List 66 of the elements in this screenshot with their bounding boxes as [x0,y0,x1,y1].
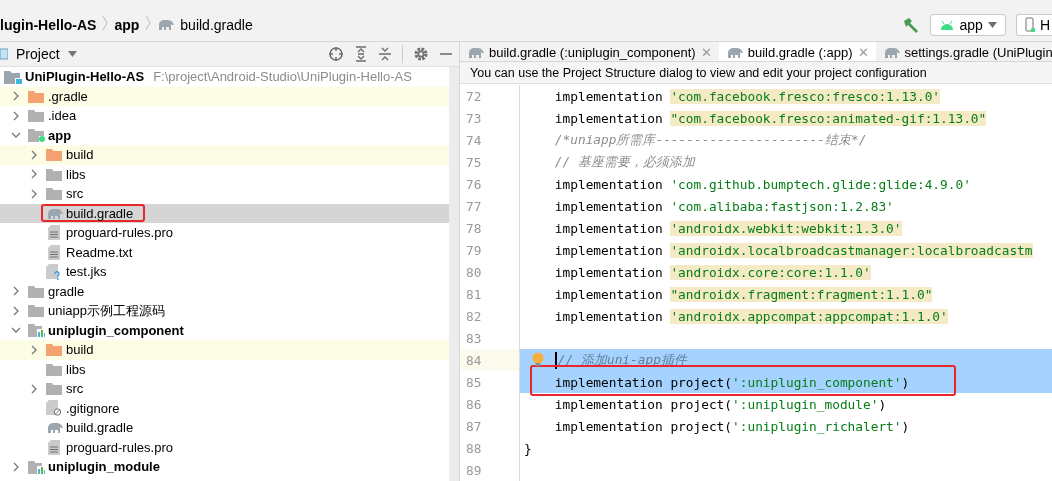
breadcrumb-item[interactable]: app [114,16,140,33]
line-number: 81 [466,286,482,302]
line-number: 78 [466,220,482,236]
tree-item[interactable]: .gitignore [66,400,120,416]
notification-banner: You can use the Project Structure dialog to view and edit your project configuration [460,62,1052,84]
tree-item[interactable]: build [66,342,94,358]
tree-item[interactable]: build.gradle [66,205,134,221]
tree-item[interactable]: UniPlugin-Hello-AS [25,69,145,85]
code-line: implementation project(':uniplugin_component') [553,374,910,390]
code-line: implementation "com.facebook.fresco:animated-gif:1.13.0" [553,110,987,126]
line-number: 73 [466,110,482,126]
code-line: implementation 'androidx.core:core:1.1.0' [553,264,871,280]
tree-item[interactable]: gradle [48,283,85,299]
tree-item[interactable]: src [66,381,84,397]
panel-title[interactable]: Project [16,46,60,62]
editor-tab[interactable]: build.gradle (:app) ✕ [718,42,876,62]
code-line: implementation project(':uniplugin_richalert') [553,418,910,434]
tree-item[interactable]: uniplugin_module [48,459,160,475]
project-path: F:\project\Android-Studio\UniPlugin-Hello-AS [153,69,412,85]
line-number: 79 [466,242,482,258]
tree-item[interactable]: uniapp示例工程源码 [48,301,166,320]
code-line: implementation 'androidx.appcompat:appcompat:1.1.0' [553,308,948,324]
code-line: implementation 'com.alibaba:fastjson:1.2.83' [553,198,894,214]
line-number: 77 [466,198,482,214]
tree-item[interactable]: proguard-rules.pro [66,225,173,241]
tree-item[interactable]: Readme.txt [66,244,133,260]
line-number: 85 [466,374,482,390]
line-number: 88 [466,440,482,456]
run-configuration-dropdown[interactable]: app [929,13,1006,36]
tree-item[interactable]: .idea [48,108,77,124]
code-line: // 基座需要，必须添加 [553,153,695,171]
tree-item[interactable]: proguard-rules.pro [66,439,173,455]
code-line: implementation 'androidx.webkit:webkit:1.3.0' [553,220,902,236]
line-number: 87 [466,418,482,434]
line-number: 76 [466,176,482,192]
tree-item[interactable]: src [66,186,84,202]
code-line: /*uniapp所需库----------------------结束*/ [553,131,867,149]
tree-item[interactable]: test.jks [66,264,107,280]
code-line: implementation 'com.facebook.fresco:fresco:1.13.0' [553,88,941,104]
tree-item[interactable]: libs [66,166,86,182]
code-line: } [524,440,532,456]
code-line: implementation "androidx.fragment:fragment:1.1.0" [553,286,933,302]
code-line: implementation 'androidx.localbroadcastmanager:localbroadcastm [553,242,1033,258]
line-number: 83 [466,330,482,346]
line-number: 80 [466,264,482,280]
line-number: 89 [466,462,482,478]
tree-item[interactable]: build.gradle [66,420,134,436]
breadcrumb-item[interactable]: build.gradle [180,16,253,33]
tree-item[interactable]: uniplugin_component [48,322,184,338]
device-dropdown[interactable]: H [1015,13,1052,36]
line-number: 82 [466,308,482,324]
line-number: 75 [466,154,482,170]
line-number: 74 [466,132,482,148]
editor-tab[interactable]: build.gradle (:uniplugin_component) ✕ [460,42,719,62]
line-number: 72 [466,88,482,104]
tree-item[interactable]: app [48,127,72,143]
code-line: implementation 'com.github.bumptech.glide:glide:4.9.0' [553,176,971,192]
code-line: implementation project(':uniplugin_module') [553,396,887,412]
tree-item[interactable]: build [66,147,94,163]
tree-item[interactable]: libs [66,361,86,377]
line-number: 86 [466,396,482,412]
breadcrumb-item[interactable]: lugin-Hello-AS [0,16,97,33]
tree-item[interactable]: .gradle [48,88,88,104]
line-number: 84 [466,352,482,368]
editor-tab[interactable]: settings.gradle (UniPlugin [875,42,1052,62]
code-line: // 添加uni-app插件 [557,351,687,369]
